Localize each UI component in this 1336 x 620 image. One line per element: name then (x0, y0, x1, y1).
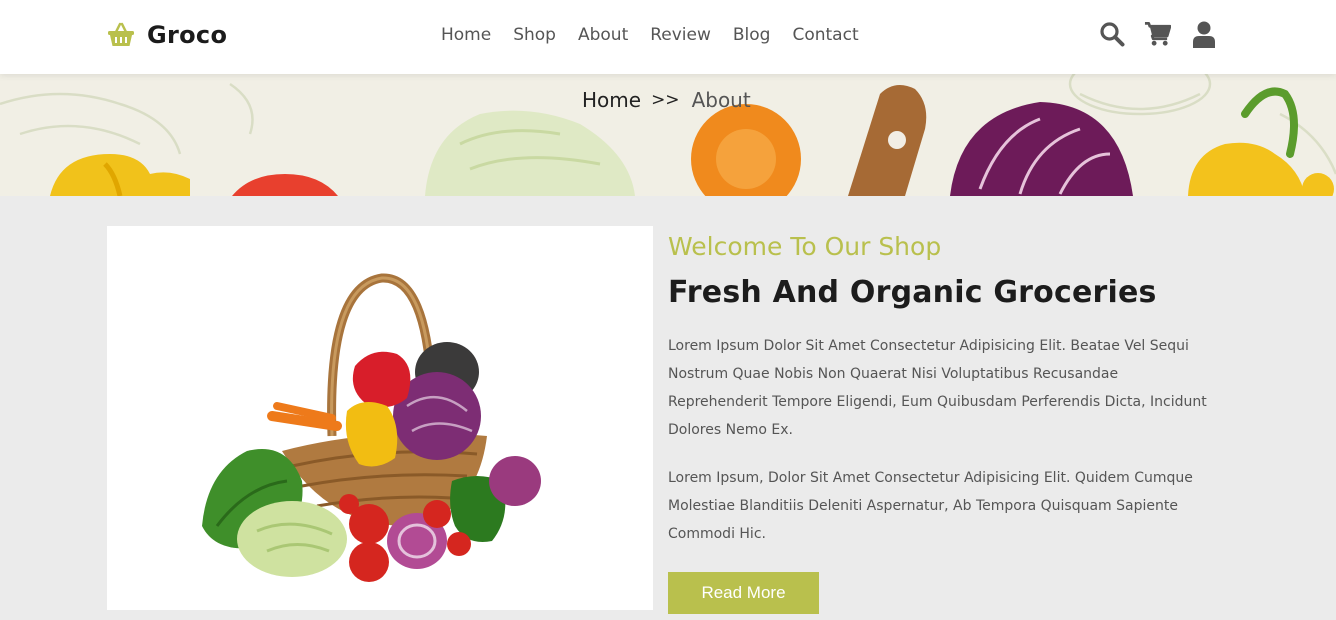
nav-blog[interactable]: Blog (733, 22, 771, 48)
basket-icon (108, 22, 134, 46)
breadcrumb-current: About (691, 88, 751, 112)
breadcrumb: Home >> About (582, 88, 751, 112)
about-content: Welcome To Our Shop Fresh And Organic Gr… (668, 232, 1213, 614)
about-paragraph-2: Lorem Ipsum, Dolor Sit Amet Consectetur … (668, 470, 1193, 542)
logo-text: Groco (147, 21, 228, 49)
read-more-button[interactable]: Read More (668, 572, 819, 614)
cart-icon[interactable] (1144, 20, 1171, 48)
about-paragraph-1: Lorem Ipsum Dolor Sit Amet Consectetur A… (668, 338, 1207, 438)
about-image (107, 226, 653, 610)
nav-review[interactable]: Review (650, 22, 711, 48)
site-header: Groco Home Shop About Review Blog Contac… (0, 0, 1336, 74)
breadcrumb-home[interactable]: Home (582, 88, 641, 112)
vegetable-basket-image (202, 273, 541, 582)
header-icons (1098, 20, 1217, 48)
logo[interactable]: Groco (107, 18, 227, 52)
breadcrumb-separator: >> (651, 90, 680, 110)
about-title: Fresh And Organic Groceries (668, 275, 1157, 310)
nav-home[interactable]: Home (441, 22, 491, 48)
nav-about[interactable]: About (578, 22, 628, 48)
page-banner: Home >> About (0, 74, 1336, 196)
nav-contact[interactable]: Contact (792, 22, 858, 48)
nav-shop[interactable]: Shop (513, 22, 556, 48)
welcome-heading: Welcome To Our Shop (668, 232, 942, 261)
search-icon[interactable] (1098, 20, 1125, 48)
user-icon[interactable] (1190, 20, 1217, 48)
main-nav: Home Shop About Review Blog Contact (441, 22, 881, 48)
